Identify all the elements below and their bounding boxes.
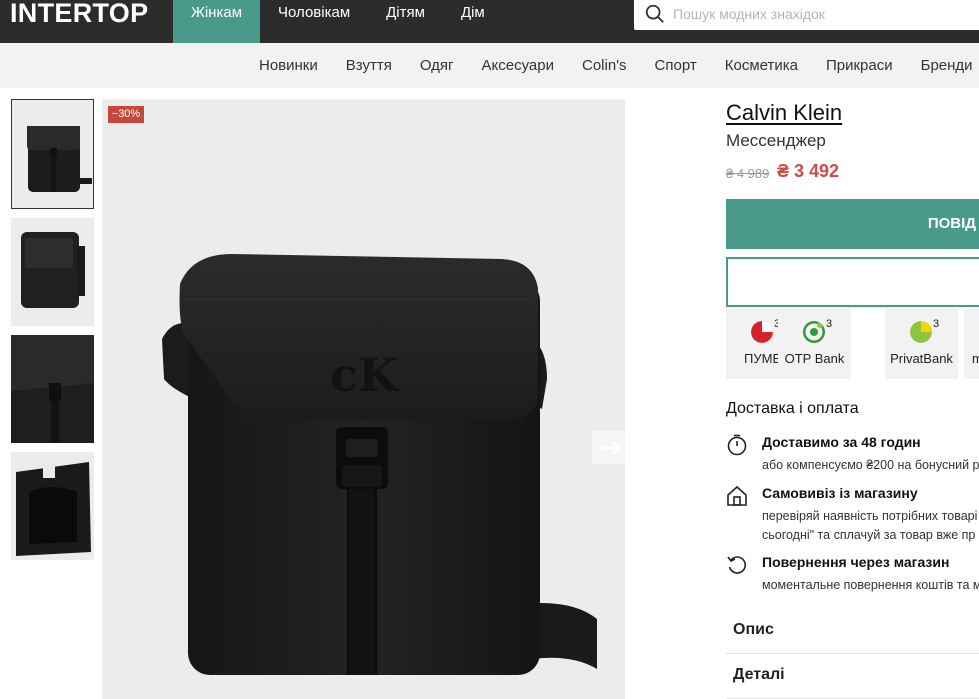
site-logo[interactable]: INTERTOP bbox=[10, 0, 148, 27]
category-sport[interactable]: Спорт bbox=[641, 43, 711, 88]
bank-name: OTP Bank bbox=[784, 351, 845, 366]
search-box[interactable] bbox=[634, 0, 979, 30]
bag-detail-thumbnail bbox=[11, 335, 94, 443]
category-colins[interactable]: Colin's bbox=[568, 43, 641, 88]
accordion-label: Опис bbox=[733, 621, 774, 638]
category-jewelry[interactable]: Прикраси bbox=[812, 43, 907, 88]
product-brand[interactable]: Calvin Klein bbox=[726, 100, 842, 126]
return-icon bbox=[727, 556, 747, 574]
category-shoes[interactable]: Взуття bbox=[332, 43, 406, 88]
thumbnail-1[interactable] bbox=[11, 99, 94, 209]
search-input[interactable] bbox=[671, 0, 975, 28]
bank-name: m bbox=[972, 351, 979, 366]
store-icon bbox=[727, 485, 747, 506]
bank-otp[interactable]: 3 OTP Bank bbox=[778, 309, 851, 379]
accordion-details[interactable]: Деталі bbox=[726, 654, 979, 699]
nav-women[interactable]: Жінкам bbox=[173, 0, 261, 43]
bank-privat[interactable]: 3 PrivatBank bbox=[885, 309, 958, 379]
bag-side-thumbnail bbox=[11, 218, 94, 326]
delivery-item-title: Доставимо за 48 годин bbox=[762, 434, 921, 450]
delivery-title: Доставка і оплата bbox=[726, 400, 859, 417]
thumbnail-3[interactable] bbox=[11, 335, 94, 443]
privat-logo-icon bbox=[910, 321, 932, 343]
svg-text:cK: cK bbox=[330, 348, 400, 402]
old-price: ₴ 4 989 bbox=[726, 166, 770, 181]
nav-kids[interactable]: Дітям bbox=[368, 0, 443, 43]
sale-price: ₴ 3 492 bbox=[777, 161, 840, 181]
discount-badge: −30% bbox=[108, 106, 144, 123]
delivery-item-text: або компенсуємо ₴200 на бонусний р bbox=[762, 458, 979, 472]
nav-home[interactable]: Дім bbox=[443, 0, 503, 43]
accordion-description[interactable]: Опис bbox=[726, 609, 979, 654]
delivery-item-text: перевіряй наявність потрібних товарі bbox=[762, 509, 978, 523]
category-brands[interactable]: Бренди bbox=[907, 43, 979, 88]
delivery-item-title: Повернення через магазин bbox=[762, 554, 950, 570]
category-clothes[interactable]: Одяг bbox=[406, 43, 468, 88]
top-header: INTERTOP Жінкам Чоловікам Дітям Дім bbox=[0, 0, 979, 43]
stopwatch-icon bbox=[727, 434, 747, 456]
buy-button[interactable]: ПОВІД bbox=[726, 199, 979, 249]
bank-name: PrivatBank bbox=[890, 351, 953, 366]
bank-installments-count: 3 bbox=[826, 318, 833, 330]
bag-front-thumbnail bbox=[12, 100, 93, 208]
main-nav: Жінкам Чоловікам Дітям Дім bbox=[173, 0, 503, 43]
category-cosmetics[interactable]: Косметика bbox=[711, 43, 812, 88]
otp-logo-icon bbox=[803, 321, 825, 343]
accordion-label: Деталі bbox=[733, 666, 785, 683]
category-new[interactable]: Новинки bbox=[245, 43, 332, 88]
bag-open-thumbnail bbox=[11, 452, 94, 560]
product-main-image[interactable]: cK bbox=[102, 99, 625, 699]
messenger-bag-image: cK bbox=[102, 99, 625, 699]
bank-mono[interactable]: m bbox=[964, 309, 979, 379]
category-bar: Новинки Взуття Одяг Аксесуари Colin's Сп… bbox=[0, 43, 979, 88]
nav-men[interactable]: Чоловікам bbox=[260, 0, 368, 43]
product-subtitle: Мессенджер bbox=[726, 131, 826, 150]
next-image-button[interactable] bbox=[592, 431, 625, 464]
thumbnail-2[interactable] bbox=[11, 218, 94, 326]
arrow-right-icon bbox=[597, 440, 620, 455]
thumbnail-4[interactable] bbox=[11, 452, 94, 560]
bank-installments-count: 3 bbox=[933, 318, 940, 330]
secondary-action-button[interactable] bbox=[726, 257, 979, 307]
pumb-logo-icon bbox=[751, 321, 773, 343]
delivery-item-text: сьогодні" та сплачуй за товар вже пр bbox=[762, 528, 976, 542]
category-accessories[interactable]: Аксесуари bbox=[468, 43, 568, 88]
delivery-item-title: Самовивіз із магазину bbox=[762, 485, 918, 501]
search-icon bbox=[645, 4, 664, 23]
delivery-item-text: моментальне повернення коштів та м bbox=[762, 578, 979, 592]
